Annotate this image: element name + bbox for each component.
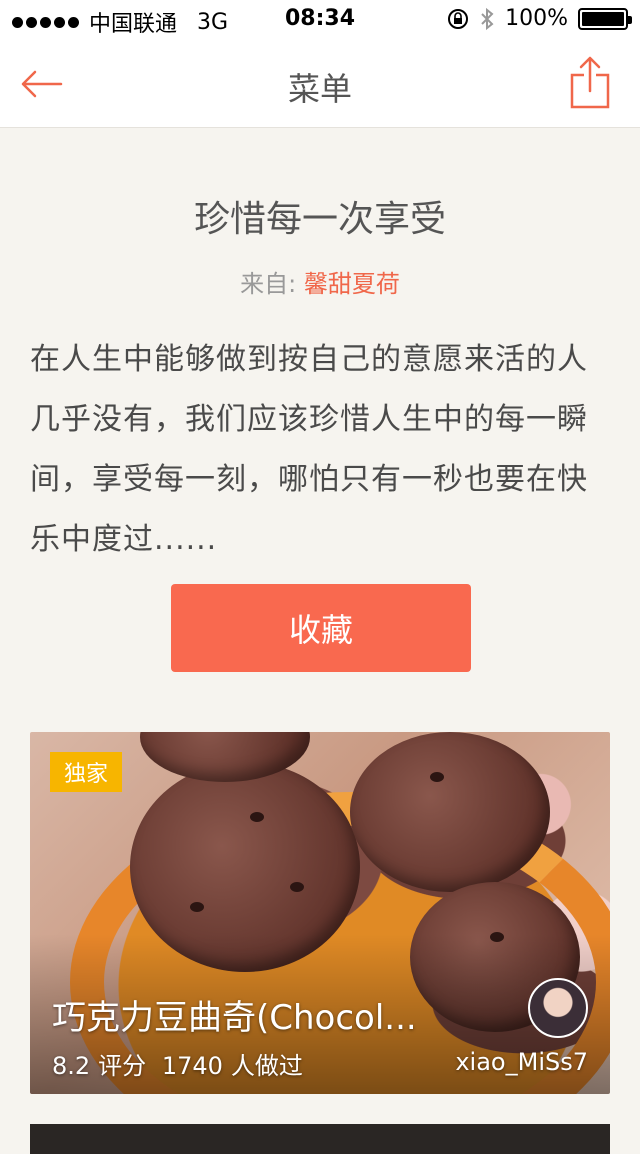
made-label: 人做过 (230, 1052, 303, 1080)
nav-bar: 菜单 (0, 40, 640, 128)
recipe-stats: 8.2 评分 1740 人做过 (52, 1046, 311, 1081)
status-bar: 中国联通 3G 08:34 100% (0, 0, 640, 40)
recipe-name: 巧克力豆曲奇(Chocol... (52, 998, 417, 1038)
menu-author-link[interactable]: 馨甜夏荷 (304, 270, 400, 298)
chip-decoration (290, 882, 304, 892)
chip-decoration (190, 902, 204, 912)
menu-title: 珍惜每一次享受 (193, 199, 446, 240)
bluetooth-icon (481, 7, 494, 30)
status-right: 100% (447, 6, 632, 31)
menu-description: 在人生中能够做到按自己的意愿来活的人几乎没有，我们应该珍惜人生中的每一瞬间，享受… (30, 342, 588, 557)
author-avatar[interactable] (528, 978, 588, 1038)
chip-decoration (430, 772, 444, 782)
recipe-card[interactable]: 独家 巧克力豆曲奇(Chocol... 8.2 评分 1740 人做过 xiao_M… (30, 732, 610, 1094)
battery-percent: 100% (505, 6, 568, 31)
made-count: 1740 (161, 1052, 223, 1080)
recipe-author[interactable]: xiao_MiSs7 (455, 1048, 588, 1076)
collect-button[interactable]: 收藏 (171, 584, 471, 672)
rating-label: 评分 (98, 1052, 147, 1080)
recipe-rating: 8.2 (52, 1052, 91, 1080)
share-icon (570, 56, 610, 109)
source-label: 来自: (240, 270, 297, 298)
menu-source: 来自: 馨甜夏荷 (0, 264, 640, 299)
cookie-image-decoration (350, 732, 550, 892)
battery-icon (578, 7, 632, 30)
share-button[interactable] (568, 54, 612, 110)
rotation-lock-icon (448, 8, 469, 29)
page-title: 菜单 (287, 70, 352, 108)
exclusive-badge: 独家 (50, 752, 123, 792)
chip-decoration (250, 812, 264, 822)
next-recipe-card[interactable] (30, 1124, 610, 1154)
